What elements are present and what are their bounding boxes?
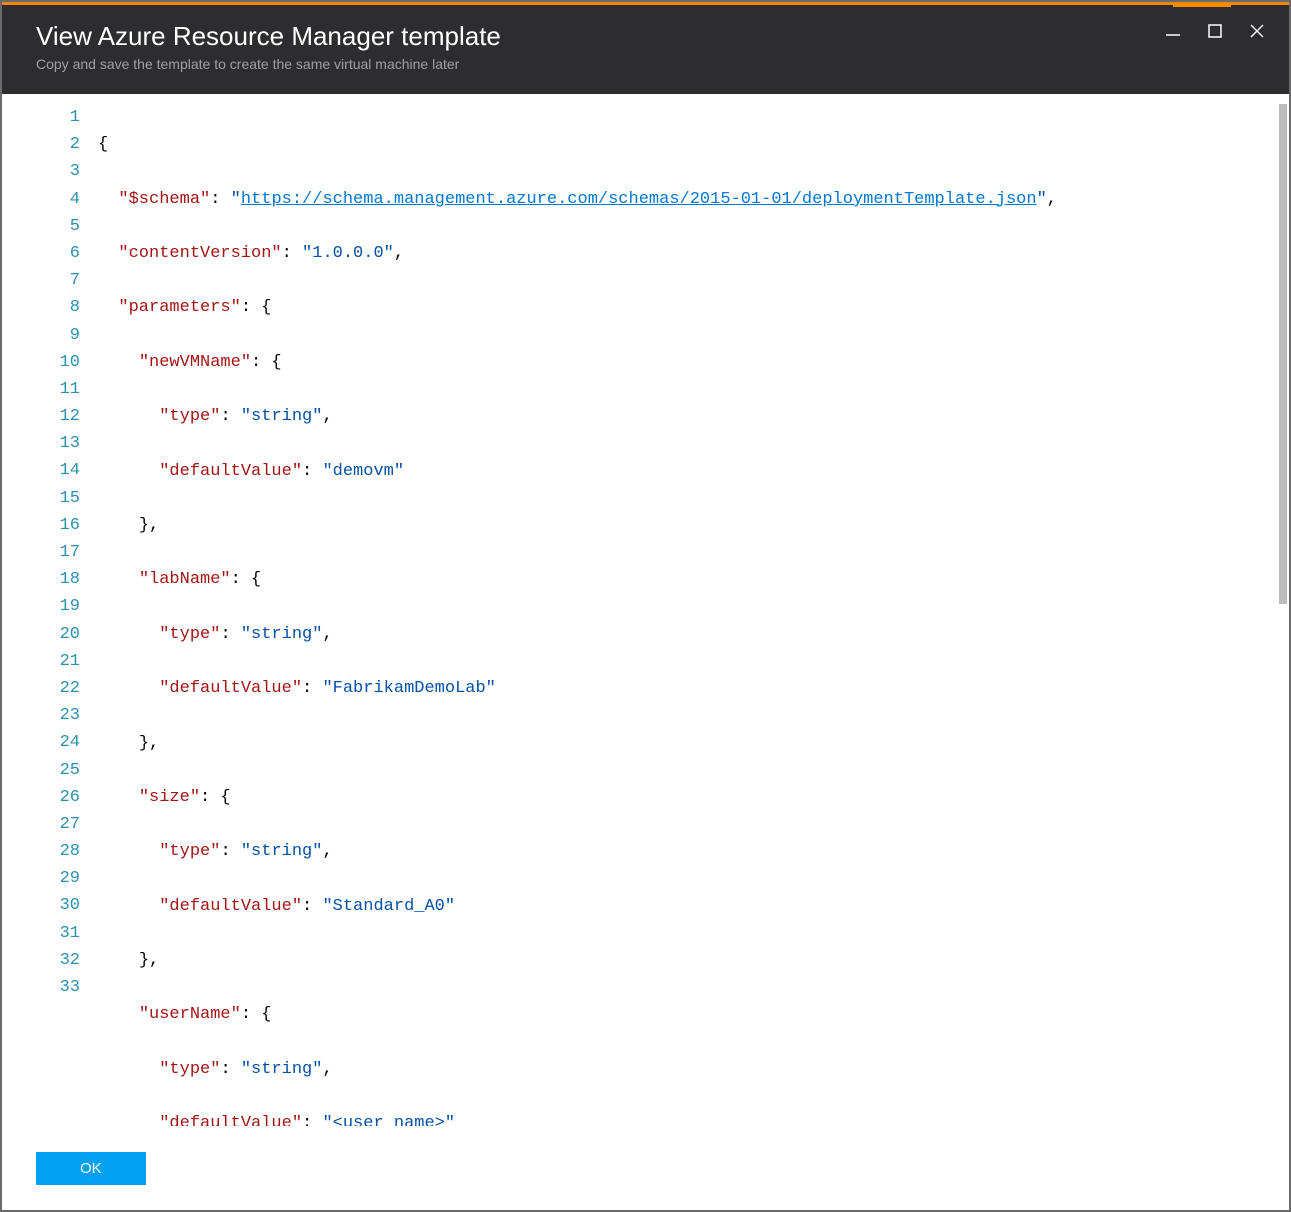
- line-number: 33: [2, 974, 80, 1001]
- line-number: 10: [2, 349, 80, 376]
- line-number: 6: [2, 240, 80, 267]
- line-number: 24: [2, 729, 80, 756]
- line-number: 2: [2, 131, 80, 158]
- line-number: 1: [2, 104, 80, 131]
- line-number: 20: [2, 621, 80, 648]
- line-number: 5: [2, 213, 80, 240]
- line-number: 19: [2, 593, 80, 620]
- vertical-scrollbar[interactable]: [1279, 104, 1287, 604]
- titlebar: View Azure Resource Manager template Cop…: [2, 2, 1289, 94]
- line-number: 4: [2, 186, 80, 213]
- ok-button[interactable]: OK: [36, 1152, 146, 1185]
- window-subtitle: Copy and save the template to create the…: [36, 56, 501, 72]
- line-number: 7: [2, 267, 80, 294]
- maximize-icon[interactable]: [1207, 23, 1223, 39]
- code-content[interactable]: { "$schema": "https://schema.management.…: [98, 104, 1289, 1126]
- line-number: 23: [2, 702, 80, 729]
- line-number-gutter: 1234567891011121314151617181920212223242…: [2, 104, 98, 1126]
- line-number: 31: [2, 920, 80, 947]
- line-number: 18: [2, 566, 80, 593]
- line-number: 28: [2, 838, 80, 865]
- dialog-footer: OK: [2, 1132, 1289, 1210]
- line-number: 15: [2, 485, 80, 512]
- schema-link[interactable]: https://schema.management.azure.com/sche…: [241, 190, 1037, 209]
- code-editor[interactable]: 1234567891011121314151617181920212223242…: [2, 94, 1289, 1126]
- line-number: 26: [2, 784, 80, 811]
- line-number: 29: [2, 865, 80, 892]
- window-title: View Azure Resource Manager template: [36, 21, 501, 52]
- line-number: 16: [2, 512, 80, 539]
- close-icon[interactable]: [1249, 23, 1265, 39]
- line-number: 8: [2, 294, 80, 321]
- line-number: 25: [2, 757, 80, 784]
- line-number: 9: [2, 322, 80, 349]
- line-number: 17: [2, 539, 80, 566]
- line-number: 30: [2, 892, 80, 919]
- line-number: 27: [2, 811, 80, 838]
- line-number: 21: [2, 648, 80, 675]
- minimize-icon[interactable]: [1165, 23, 1181, 39]
- line-number: 14: [2, 457, 80, 484]
- window-controls: [1165, 23, 1265, 39]
- line-number: 13: [2, 430, 80, 457]
- line-number: 3: [2, 158, 80, 185]
- line-number: 12: [2, 403, 80, 430]
- line-number: 32: [2, 947, 80, 974]
- line-number: 22: [2, 675, 80, 702]
- line-number: 11: [2, 376, 80, 403]
